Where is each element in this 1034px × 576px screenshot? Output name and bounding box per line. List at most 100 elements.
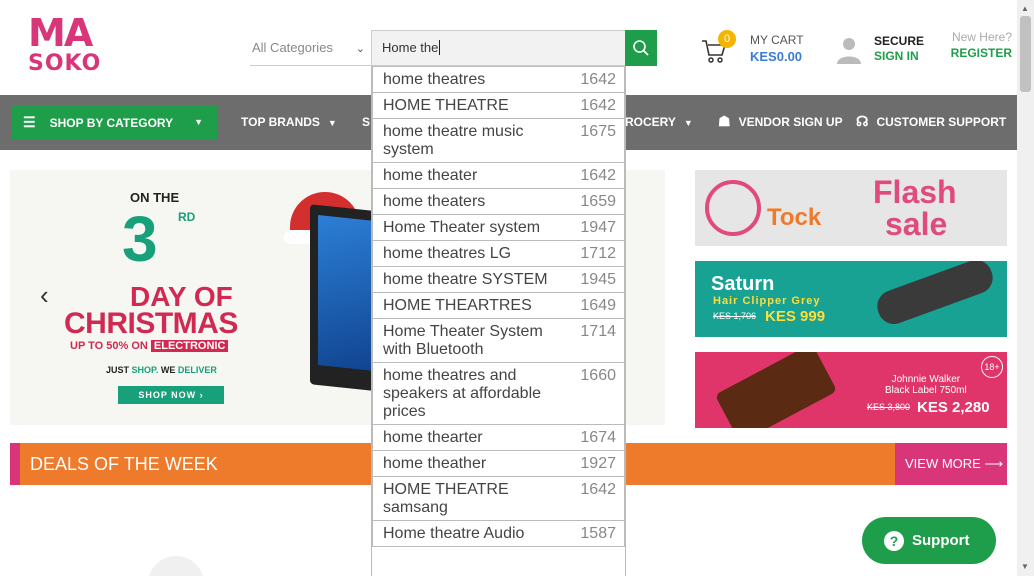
suggestion-text: home theatres LG (383, 245, 512, 262)
suggestion-count: 1714 (580, 323, 616, 340)
headset-icon: ☊ (856, 113, 869, 129)
scroll-down-icon[interactable]: ▼ (1021, 562, 1029, 571)
suggestion-count: 1660 (580, 367, 616, 384)
nav-partial-item[interactable]: S (362, 115, 370, 129)
support-label: Support (912, 532, 970, 549)
page-scrollbar[interactable]: ▲ ▼ (1017, 0, 1034, 576)
suggestion-count: 1642 (580, 97, 616, 114)
flash-sale-banner[interactable]: Tock Flash sale (695, 170, 1007, 246)
search-icon (633, 40, 649, 56)
suggestion-item[interactable]: Home theatre Audio 1587 (372, 521, 625, 547)
hero-discount: UP TO 50% ON ELECTRONIC (70, 340, 229, 352)
caret-down-icon: ▼ (194, 117, 203, 127)
view-more-button[interactable]: VIEW MORE ⟶ (895, 443, 1007, 485)
nav-top-brands-label: TOP BRANDS (241, 115, 320, 129)
new-here-label: New Here? (951, 30, 1012, 44)
suggestion-item[interactable]: home theater 1642 (372, 163, 625, 189)
scroll-up-icon[interactable]: ▲ (1021, 4, 1029, 13)
suggestion-item[interactable]: home theatres and speakers at affordable… (372, 363, 625, 425)
search-button[interactable] (625, 30, 657, 66)
suggestion-count: 1945 (580, 271, 616, 288)
suggestion-item[interactable]: HOME THEATRE samsang 1642 (372, 477, 625, 521)
jw-title-line1: Johnnie Walker (891, 374, 961, 385)
sign-in-link[interactable]: SECURE SIGN IN (836, 30, 936, 70)
carousel-prev-icon[interactable]: ‹ (40, 280, 49, 311)
tagline-just: JUST (106, 365, 130, 375)
menu-icon: ☰ (23, 114, 36, 130)
hero-discount-category: ELECTRONIC (150, 340, 229, 352)
suggestion-item[interactable]: home theatres LG 1712 (372, 241, 625, 267)
support-chat-button[interactable]: ? Support (862, 517, 996, 564)
tagline-shop: SHOP. (131, 365, 159, 375)
saturn-old-price: KES 1,706 (713, 311, 757, 321)
suggestion-text: home theatre music system (383, 123, 524, 158)
hair-clipper-image (872, 261, 998, 329)
cart-count-badge: 0 (718, 30, 736, 48)
johnnie-walker-banner[interactable]: Johnnie Walker Black Label 750ml KES 3,8… (695, 352, 1007, 428)
nav-top-brands[interactable]: TOP BRANDS ▼ (241, 115, 337, 129)
chevron-down-icon: ⌄ (355, 43, 365, 55)
cart-button[interactable]: 0 MY CART KES0.00 (700, 28, 810, 72)
suggestion-item[interactable]: Home Theater System with Bluetooth 1714 (372, 319, 625, 363)
tock-text: Tock (767, 204, 822, 231)
hero-number: 3 (122, 203, 158, 275)
caret-down-icon: ▼ (327, 118, 337, 128)
logo-text-bottom: SOKO (28, 51, 102, 76)
suggestion-count: 1659 (580, 193, 616, 210)
category-select-value: All Categories (252, 40, 333, 55)
suggestion-item[interactable]: home theaters 1659 (372, 189, 625, 215)
product-image[interactable] (148, 556, 204, 576)
nav-partial-label: S (362, 115, 371, 129)
suggestion-count: 1927 (580, 455, 616, 472)
hero-christmas: CHRISTMAS (64, 307, 238, 340)
suggestion-item[interactable]: HOME THEATRE 1642 (372, 93, 625, 119)
scrollbar-thumb[interactable] (1020, 16, 1031, 92)
nav-customer-support[interactable]: ☊ CUSTOMER SUPPORT (856, 113, 1006, 130)
help-icon: ? (884, 530, 904, 551)
nav-grocery[interactable]: ROCERY ▼ (625, 115, 693, 129)
suggestion-count: 1587 (580, 525, 616, 542)
hero-ordinal: RD (178, 210, 196, 224)
clock-icon (705, 180, 761, 236)
suggestion-item[interactable]: home theather 1927 (372, 451, 625, 477)
jw-title-line2: Black Label 750ml (885, 385, 967, 396)
saturn-subtitle: Hair Clipper Grey (713, 295, 821, 307)
suggestion-item[interactable]: home theatre SYSTEM 1945 (372, 267, 625, 293)
age-restriction-badge: 18+ (981, 356, 1003, 378)
search-input[interactable]: Home the (371, 30, 626, 66)
suggestion-count: 1674 (580, 429, 616, 446)
suggestion-text: HOME THEATRE samsang (383, 481, 509, 516)
nav-vendor-signup[interactable]: ☗ VENDOR SIGN UP (718, 113, 843, 130)
basket-icon: ☗ (718, 113, 731, 129)
nav-customer-support-label: CUSTOMER SUPPORT (876, 115, 1007, 129)
register-link[interactable]: New Here? REGISTER (942, 30, 1012, 70)
suggestion-item[interactable]: home theatre music system 1675 (372, 119, 625, 163)
sign-in-label: SIGN IN (874, 49, 919, 63)
suggestion-count: 1642 (580, 481, 616, 498)
tagline-we: WE (160, 365, 176, 375)
caret-down-icon: ▼ (683, 118, 693, 128)
shop-now-button[interactable]: SHOP NOW › (118, 386, 224, 404)
suggestion-text: home thearter (383, 429, 483, 446)
suggestion-text: HOME THEATRE (383, 97, 509, 114)
secure-label: SECURE (874, 34, 925, 48)
suggestion-text: home theater (383, 167, 478, 184)
suggestion-item[interactable]: HOME THEARTRES 1649 (372, 293, 625, 319)
saturn-clipper-banner[interactable]: Saturn Hair Clipper Grey KES 1,706 KES 9… (695, 261, 1007, 337)
shop-by-category-button[interactable]: ☰ SHOP BY CATEGORY ▼ (11, 105, 217, 140)
suggestion-count: 1649 (580, 297, 616, 314)
suggestion-item[interactable]: Home Theater system 1947 (372, 215, 625, 241)
tagline-deliver: DELIVER (177, 365, 217, 375)
nav-vendor-signup-label: VENDOR SIGN UP (738, 115, 843, 129)
suggestion-item[interactable]: home thearter 1674 (372, 425, 625, 451)
cart-total: KES0.00 (750, 49, 803, 64)
suggestion-text: Home Theater System with Bluetooth (383, 323, 543, 358)
suggestion-count: 1642 (580, 71, 616, 88)
suggestion-text: home theaters (383, 193, 486, 210)
site-logo[interactable]: MA SOKO (28, 14, 114, 78)
suggestion-item[interactable]: home theatres 1642 (372, 67, 625, 93)
nav-grocery-label: ROCERY (625, 115, 676, 129)
cart-title: MY CART (750, 33, 804, 47)
logo-text-top: MA (28, 11, 93, 55)
category-select[interactable]: All Categories ⌄ (250, 30, 371, 66)
